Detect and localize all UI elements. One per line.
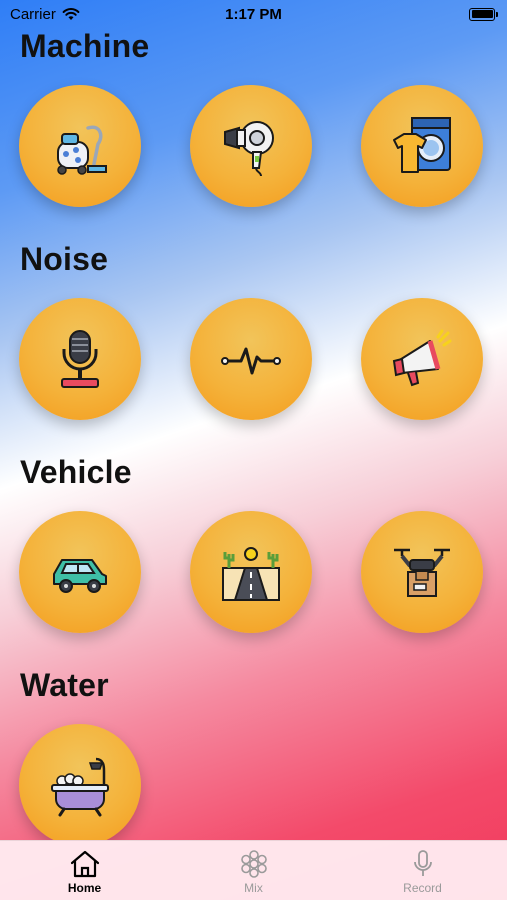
tab-record-label: Record bbox=[403, 881, 442, 895]
bathtub-button[interactable] bbox=[19, 724, 141, 840]
home-icon bbox=[70, 850, 99, 878]
mix-icon bbox=[240, 850, 267, 878]
microphone-icon bbox=[61, 330, 99, 388]
car-button[interactable] bbox=[19, 511, 141, 633]
heartbeat-button[interactable] bbox=[190, 298, 312, 420]
tab-mix-label: Mix bbox=[244, 881, 263, 895]
tab-record[interactable]: Record bbox=[363, 849, 483, 895]
tab-home-label: Home bbox=[67, 881, 102, 895]
megaphone-button[interactable] bbox=[361, 298, 483, 420]
section-title-machine: Machine bbox=[20, 28, 150, 64]
hair-dryer-icon bbox=[224, 121, 274, 177]
car-icon bbox=[53, 559, 107, 593]
heartbeat-icon bbox=[221, 347, 281, 375]
microphone-button[interactable] bbox=[19, 298, 141, 420]
bathtub-icon bbox=[51, 757, 109, 817]
hair-dryer-button[interactable] bbox=[190, 85, 312, 207]
drone-button[interactable] bbox=[361, 511, 483, 633]
sound-list[interactable]: Machine Noise Vehicle Water bbox=[0, 0, 507, 840]
tab-mix[interactable]: Mix bbox=[194, 849, 314, 895]
section-title-water: Water bbox=[20, 667, 109, 703]
road-icon bbox=[222, 547, 280, 601]
tab-bar: Home Mix Record bbox=[0, 840, 507, 900]
microphone-icon bbox=[413, 850, 432, 876]
washing-machine-icon bbox=[393, 117, 451, 173]
vacuum-cleaner-button[interactable] bbox=[19, 85, 141, 207]
megaphone-icon bbox=[392, 329, 452, 387]
tab-home[interactable]: Home bbox=[25, 849, 145, 895]
road-button[interactable] bbox=[190, 511, 312, 633]
vacuum-cleaner-icon bbox=[57, 125, 107, 175]
drone-icon bbox=[394, 548, 450, 597]
section-title-vehicle: Vehicle bbox=[20, 454, 132, 490]
washing-machine-button[interactable] bbox=[361, 85, 483, 207]
section-title-noise: Noise bbox=[20, 241, 109, 277]
